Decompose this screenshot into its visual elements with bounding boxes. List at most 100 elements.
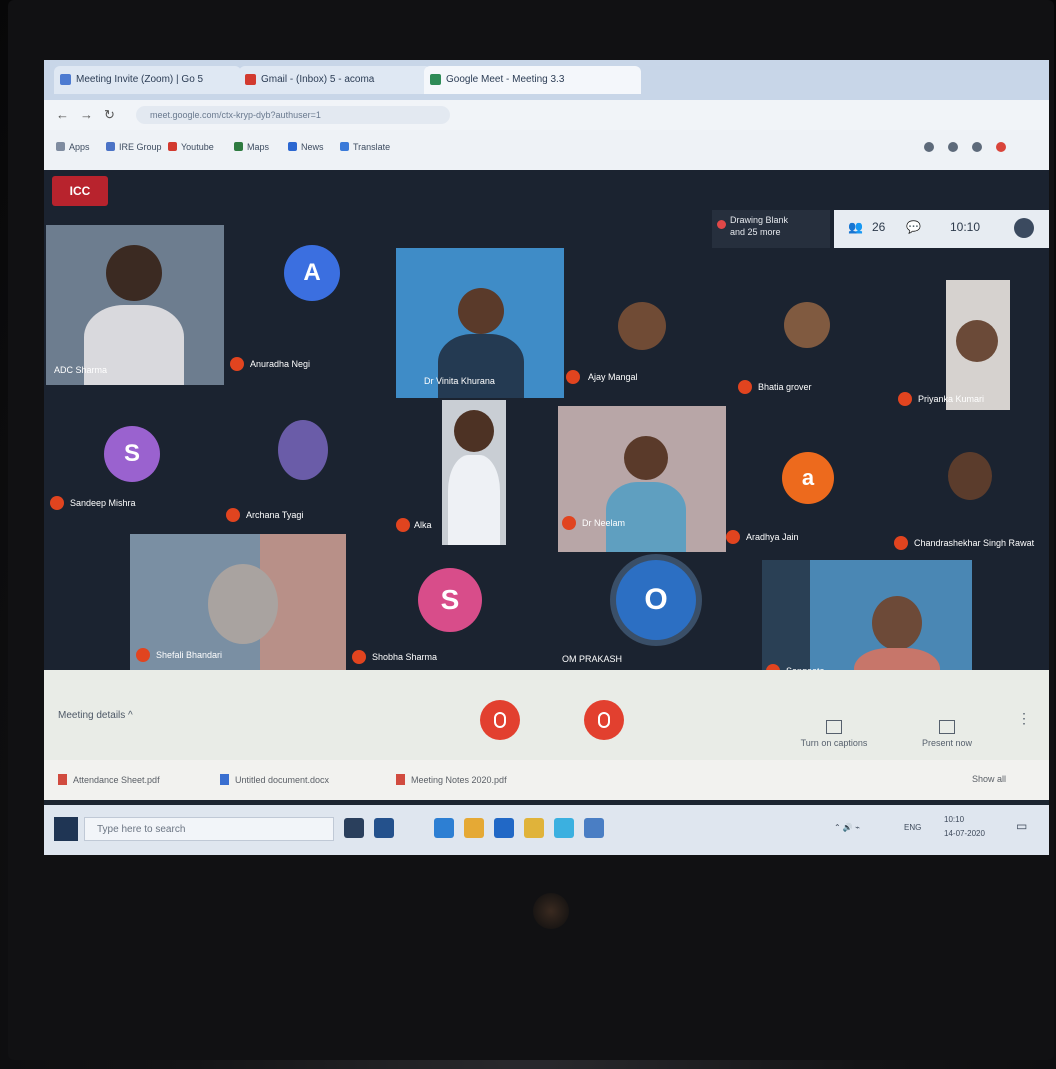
bookmark-label: Apps	[69, 142, 90, 152]
participant-name: Anuradha Negi	[250, 359, 311, 369]
participant-tile[interactable]: O OM PRAKASH	[556, 550, 756, 680]
bookmark-label: IRE Group	[119, 142, 162, 152]
tab-gmail[interactable]: Gmail - (Inbox) 5 - acoma	[239, 66, 431, 94]
download-label: Meeting Notes 2020.pdf	[411, 775, 507, 785]
muted-mic-icon	[566, 370, 580, 384]
bookmarks-bar: Apps IRE Group Youtube Maps News Transla…	[44, 130, 1049, 171]
bookmark-maps[interactable]: Maps	[234, 142, 269, 152]
bookmark-translate[interactable]: Translate	[340, 142, 390, 152]
participant-tile[interactable]: A Anuradha Negi	[226, 225, 396, 385]
participant-avatar: O	[616, 560, 696, 640]
present-now-button[interactable]: Present now	[914, 720, 980, 748]
captions-button[interactable]: Turn on captions	[794, 720, 874, 748]
tray-icons[interactable]: ⌃ 🔊 ⌁	[834, 823, 860, 832]
bookmark-news[interactable]: News	[288, 142, 324, 152]
participant-video	[442, 400, 506, 545]
participant-name: Dr Neelam	[582, 518, 626, 528]
chrome-icon[interactable]	[554, 818, 574, 838]
gmail-tab-icon	[245, 74, 256, 85]
participant-tile[interactable]: Shefali Bhandari	[130, 534, 346, 674]
extension-icon[interactable]	[948, 142, 958, 152]
participant-tile[interactable]: Alka	[396, 400, 506, 550]
task-view-icon[interactable]	[344, 818, 364, 838]
notification-icon[interactable]: ▭	[1016, 819, 1027, 833]
windows-start-button[interactable]	[54, 817, 78, 841]
maps-icon	[234, 142, 243, 151]
muted-mic-icon	[396, 518, 410, 532]
people-icon[interactable]: 👥	[848, 220, 863, 234]
participant-avatar: S	[418, 568, 482, 632]
pdf-file-icon	[58, 774, 67, 785]
clock-time[interactable]: 10:10	[944, 815, 964, 824]
bookmark-label: Translate	[353, 142, 391, 152]
participant-tile[interactable]: Priyanka Kumari	[894, 280, 1049, 430]
chat-icon[interactable]: 💬	[906, 220, 921, 234]
edge-icon[interactable]	[434, 818, 454, 838]
muted-mic-icon	[894, 536, 908, 550]
participant-name: OM PRAKASH	[562, 654, 623, 664]
participant-name: Sandeep Mishra	[70, 498, 136, 508]
clock-date[interactable]: 14-07-2020	[944, 829, 985, 838]
participant-body	[448, 455, 500, 545]
participant-tile[interactable]: ADC Sharma	[46, 225, 224, 385]
vlc-icon[interactable]	[524, 818, 544, 838]
bookmark-label: Maps	[247, 142, 270, 152]
download-item[interactable]: Untitled document.docx	[220, 774, 329, 785]
participant-name: Ajay Mangal	[588, 372, 638, 382]
bookmark-youtube[interactable]: Youtube	[168, 142, 214, 152]
meeting-top-controls: 👥 26 💬 10:10	[834, 210, 1049, 248]
bookmark-apps[interactable]: Apps	[56, 142, 90, 152]
cortana-icon[interactable]	[374, 818, 394, 838]
browser-tab-bar: Meeting Invite (Zoom) | Go 5 Gmail - (In…	[44, 60, 1049, 100]
camera-toggle-button[interactable]	[584, 700, 624, 740]
tab-meet[interactable]: Google Meet - Meeting 3.3	[424, 66, 641, 94]
extension-icon[interactable]	[924, 142, 934, 152]
back-button[interactable]: ←	[56, 107, 69, 122]
muted-mic-icon	[738, 380, 752, 394]
muted-mic-icon	[136, 648, 150, 662]
forward-button[interactable]: →	[80, 107, 93, 122]
participant-tile[interactable]: Archana Tyagi	[226, 400, 396, 550]
show-all-downloads-button[interactable]: Show all	[972, 774, 1006, 784]
participant-tile[interactable]: S Sandeep Mishra	[46, 400, 224, 550]
participant-face	[106, 245, 162, 301]
word-icon[interactable]	[584, 818, 604, 838]
participant-name: Shobha Sharma	[372, 652, 438, 662]
reload-button[interactable]: ↻	[104, 107, 115, 123]
bookmark-ire[interactable]: IRE Group	[106, 142, 162, 152]
participant-tile[interactable]: S Shobha Sharma	[346, 550, 556, 680]
extension-icon[interactable]	[972, 142, 982, 152]
tab-label: Google Meet - Meeting 3.3	[446, 74, 565, 85]
participant-tile[interactable]: Chandrashekhar Singh Rawat	[886, 432, 1049, 572]
url-input[interactable]: meet.google.com/ctx-kryp-dyb?authuser=1	[136, 106, 450, 124]
language-indicator[interactable]: ENG	[904, 823, 921, 832]
brand-logo: ICC	[52, 176, 108, 206]
tab-label: Gmail - (Inbox) 5 - acoma	[261, 74, 375, 85]
profile-icon[interactable]	[996, 142, 1006, 152]
download-item[interactable]: Meeting Notes 2020.pdf	[396, 774, 507, 785]
chevron-up-icon: ^	[128, 710, 133, 721]
meeting-details-button[interactable]: Meeting details ^	[58, 710, 133, 721]
file-explorer-icon[interactable]	[464, 818, 484, 838]
download-item[interactable]: Attendance Sheet.pdf	[58, 774, 160, 785]
bookmark-label: News	[301, 142, 324, 152]
participant-tile[interactable]: Bhatia grover	[734, 280, 894, 430]
meeting-time: 10:10	[950, 220, 981, 234]
participant-tile[interactable]: Dr Neelam	[558, 406, 726, 552]
presenting-icon	[717, 220, 726, 229]
address-bar-row: ← → ↻ meet.google.com/ctx-kryp-dyb?authu…	[44, 100, 1049, 130]
participant-body	[438, 334, 524, 398]
more-options-icon[interactable]: ⋮	[1014, 710, 1034, 727]
mic-toggle-button[interactable]	[480, 700, 520, 740]
taskbar-search-input[interactable]: Type here to search	[84, 817, 334, 841]
tab-zoom[interactable]: Meeting Invite (Zoom) | Go 5	[54, 66, 241, 94]
store-icon[interactable]	[494, 818, 514, 838]
user-avatar[interactable]	[1014, 218, 1034, 238]
presenting-line1: Drawing Blank	[730, 215, 789, 225]
meeting-grid: ICC Drawing Blank and 25 more 👥 26 💬 10:…	[44, 170, 1049, 700]
muted-mic-icon	[562, 516, 576, 530]
presenting-indicator[interactable]: Drawing Blank and 25 more	[712, 210, 830, 248]
participant-video	[946, 280, 1010, 410]
participant-tile[interactable]: Dr Vinita Khurana	[396, 248, 564, 398]
participant-avatar	[618, 302, 666, 350]
